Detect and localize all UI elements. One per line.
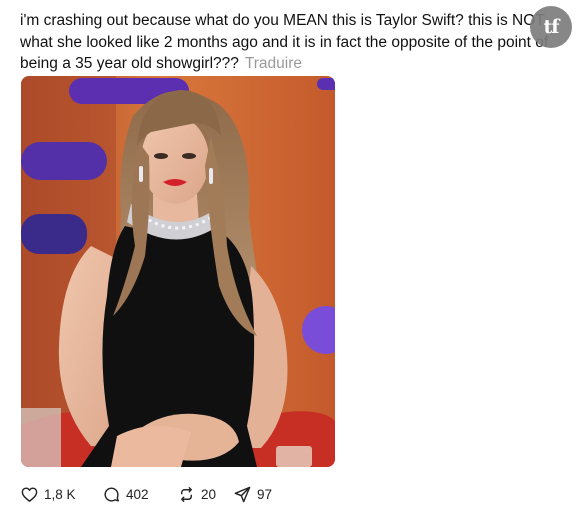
repost-icon (181, 486, 192, 502)
comment-count: 402 (126, 486, 149, 502)
watermark-text: tf (543, 16, 560, 38)
repost-count: 20 (201, 486, 217, 502)
purple-light-left-low (21, 214, 87, 254)
share-icon (234, 486, 251, 502)
left-eye (154, 153, 168, 159)
right-earring (209, 168, 213, 184)
right-eye (182, 153, 196, 159)
repost-button[interactable]: 20 (177, 485, 233, 504)
share-count: 97 (257, 486, 273, 502)
translate-link[interactable]: Traduire (245, 55, 302, 72)
left-earring (139, 166, 143, 182)
post-text-block: i'm crashing out because what do you MEA… (20, 10, 550, 75)
purple-light-left (21, 142, 107, 180)
share-button[interactable]: 97 (233, 485, 293, 504)
heart-icon (21, 486, 38, 502)
action-bar: 1,8 K 402 20 97 (20, 483, 293, 505)
like-button[interactable]: 1,8 K (20, 485, 102, 504)
like-count: 1,8 K (44, 486, 76, 502)
photo-illustration (21, 76, 335, 467)
watermark-logo: tf (530, 6, 572, 48)
comment-button[interactable]: 402 (102, 485, 177, 504)
glass (276, 446, 312, 467)
comment-icon (104, 486, 119, 502)
sofa-stripe (21, 408, 61, 467)
post-photo[interactable] (21, 76, 335, 467)
purple-light-top-right (317, 78, 335, 90)
